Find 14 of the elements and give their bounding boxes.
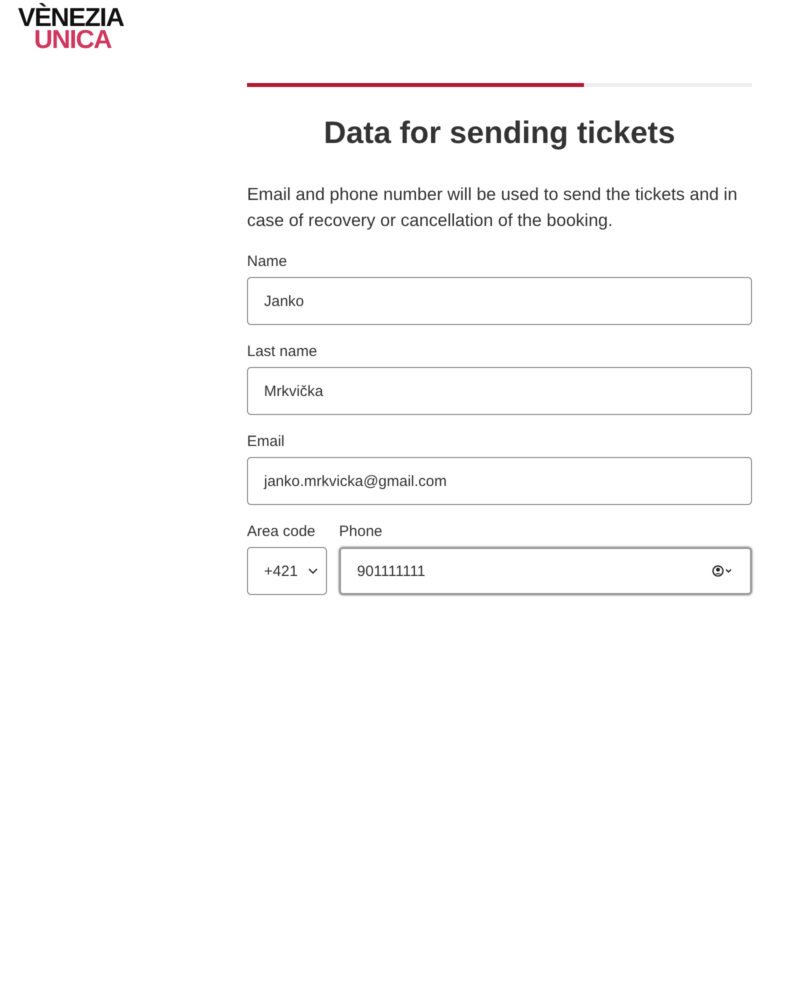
contact-icon[interactable]	[712, 565, 734, 577]
input-field[interactable]: janko.mrkvicka@gmail.com	[247, 457, 752, 505]
input-field[interactable]: 901111111	[339, 547, 752, 595]
page-title: Data for sending tickets	[322, 115, 676, 151]
field-label: Phone	[339, 523, 382, 540]
area-code-dropdown[interactable]: +421	[247, 547, 327, 595]
field-label: Area code	[247, 523, 316, 540]
field-label: Name	[247, 253, 288, 270]
caret-icon	[308, 568, 318, 574]
field-label: Email	[247, 433, 285, 450]
input-field[interactable]: Janko	[247, 277, 752, 325]
field-label: Last name	[247, 343, 318, 360]
intro-text: Email and phone number will be used to send the tickets and in case of recovery or cancellation of the booking.	[247, 183, 738, 232]
input-field[interactable]: Mrkvička	[247, 367, 752, 415]
